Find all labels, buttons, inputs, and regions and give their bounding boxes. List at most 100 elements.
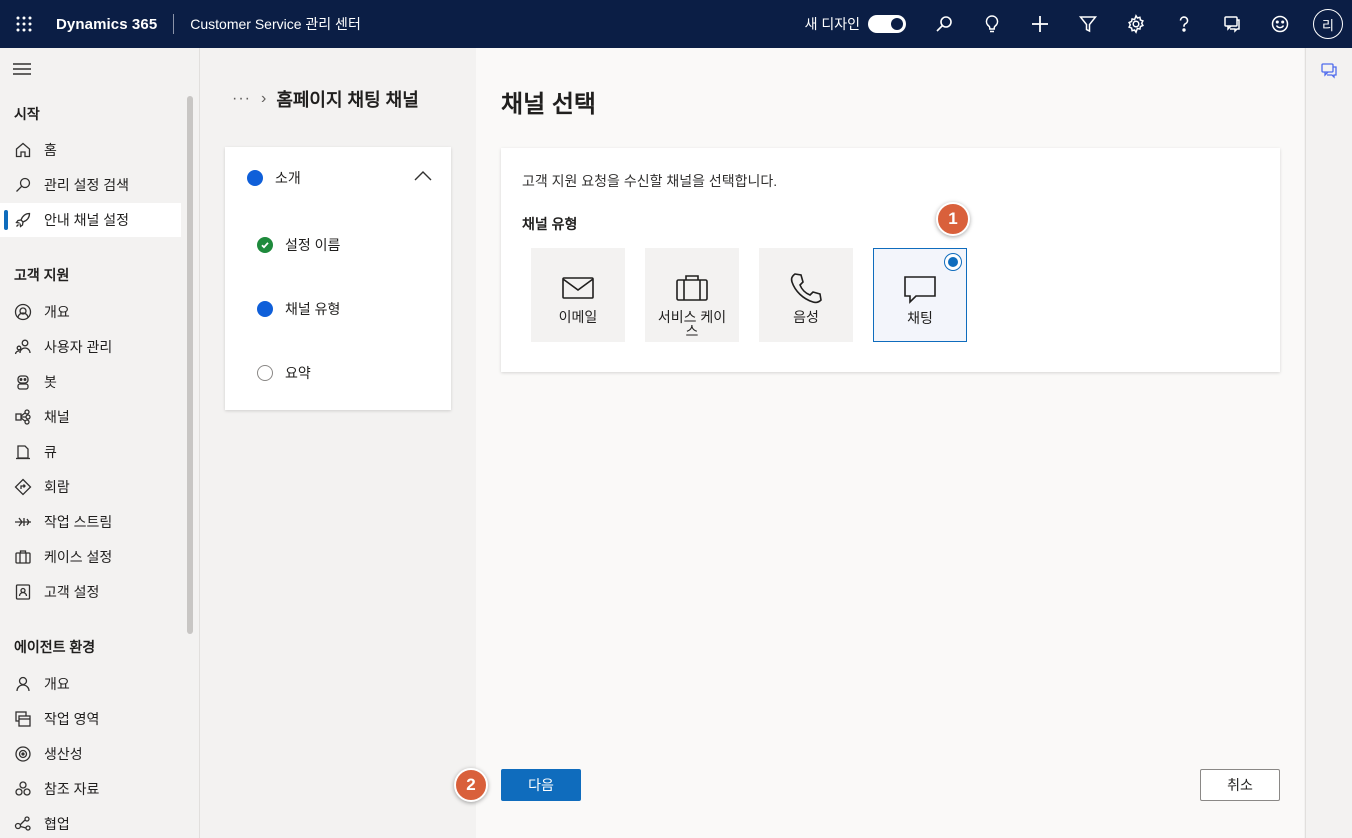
gear-icon[interactable] <box>1112 0 1160 48</box>
avatar[interactable]: 리 <box>1313 9 1343 39</box>
wizard-title: 홈페이지 채팅 채널 <box>276 90 419 110</box>
sidebar-item-case-settings[interactable]: 케이스 설정 <box>0 540 181 574</box>
step-current-dot <box>247 170 263 186</box>
step-setup-name[interactable]: 설정 이름 <box>257 235 340 255</box>
top-bar: Dynamics 365 Customer Service 관리 센터 새 디자… <box>0 0 1352 48</box>
sidebar-item-label: 채널 <box>44 409 70 425</box>
next-button[interactable]: 다음 <box>501 769 581 801</box>
chevron-up-icon[interactable] <box>414 170 432 182</box>
filter-icon[interactable] <box>1064 0 1112 48</box>
step-complete-check-icon <box>257 237 273 253</box>
card-description: 고객 지원 요청을 수신할 채널을 선택합니다. <box>522 173 778 189</box>
app-launcher-icon[interactable] <box>0 0 48 48</box>
divider <box>173 14 175 34</box>
tile-label: 서비스 케이스 <box>657 309 727 339</box>
contact-card-icon <box>15 584 31 600</box>
step-intro[interactable]: 소개 <box>247 168 301 188</box>
home-icon <box>15 142 31 158</box>
knowledge-icon <box>15 781 31 796</box>
sidebar-item-knowledge[interactable]: 참조 자료 <box>0 772 181 806</box>
sidebar-item-cs-overview[interactable]: 개요 <box>0 295 181 329</box>
top-actions: 새 디자인 리 <box>805 0 1352 48</box>
cancel-button[interactable]: 취소 <box>1200 769 1280 801</box>
routing-icon <box>14 478 32 496</box>
channel-tile-email[interactable]: 이메일 <box>531 248 625 342</box>
step-summary[interactable]: 요약 <box>257 363 311 383</box>
step-label: 요약 <box>285 365 311 381</box>
sidebar-item-search-admin[interactable]: 관리 설정 검색 <box>0 168 181 202</box>
page-title: 채널 선택 <box>501 91 596 118</box>
nav-group-agent-env: 에이전트 환경 <box>14 639 96 655</box>
tile-selected-radio[interactable] <box>944 253 962 271</box>
step-pending-dot <box>257 365 273 381</box>
nav-group-start: 시작 <box>14 106 40 122</box>
person-icon <box>16 676 30 692</box>
annotation-marker-1: 1 <box>936 202 970 236</box>
sidebar-item-label: 참조 자료 <box>44 781 100 797</box>
search-icon[interactable] <box>920 0 968 48</box>
sidebar-item-user-management[interactable]: 사용자 관리 <box>0 330 181 364</box>
search-icon <box>16 177 31 192</box>
workspace-icon <box>15 711 31 727</box>
annotation-marker-2: 2 <box>454 768 488 802</box>
sidebar-item-label: 케이스 설정 <box>44 549 113 565</box>
queue-icon <box>16 445 30 460</box>
sidebar-item-bots[interactable]: 봇 <box>0 365 181 399</box>
sidebar-item-workspaces[interactable]: 작업 영역 <box>0 702 181 736</box>
conversation-icon[interactable] <box>1320 62 1338 80</box>
new-design-label: 새 디자인 <box>804 16 860 32</box>
brand-name[interactable]: Dynamics 365 <box>48 16 173 33</box>
sidebar-item-label: 작업 스트림 <box>44 514 113 530</box>
step-channel-type[interactable]: 채널 유형 <box>257 299 340 319</box>
sidebar-item-label: 안내 채널 설정 <box>44 212 130 228</box>
sidebar-item-label: 개요 <box>44 304 70 320</box>
step-label: 설정 이름 <box>285 237 341 253</box>
sidebar-item-label: 봇 <box>44 374 57 390</box>
sidebar-item-label: 협업 <box>44 816 70 832</box>
phone-icon <box>790 273 822 304</box>
smiley-icon[interactable] <box>1256 0 1304 48</box>
channel-tile-service-case[interactable]: 서비스 케이스 <box>645 248 739 342</box>
sidebar-item-label: 생산성 <box>44 746 83 762</box>
nav-group-customer-support: 고객 지원 <box>14 267 70 283</box>
productivity-icon <box>15 746 31 762</box>
sidebar-item-channels[interactable]: 채널 <box>0 400 181 434</box>
channel-tile-voice[interactable]: 음성 <box>759 248 853 342</box>
sidebar-item-label: 고객 설정 <box>44 584 100 600</box>
sidebar-item-workstreams[interactable]: 작업 스트림 <box>0 505 181 539</box>
sidebar-item-routing[interactable]: 회람 <box>0 470 181 504</box>
sidebar-item-productivity[interactable]: 생산성 <box>0 737 181 771</box>
step-label: 채널 유형 <box>285 301 341 317</box>
mail-icon <box>562 277 594 299</box>
sidebar-item-queues[interactable]: 큐 <box>0 435 181 469</box>
bot-icon <box>17 375 29 390</box>
collaboration-icon <box>14 816 31 831</box>
lightbulb-icon[interactable] <box>968 0 1016 48</box>
feedback-chat-icon[interactable] <box>1208 0 1256 48</box>
new-design-toggle[interactable] <box>868 15 906 33</box>
breadcrumb-overflow-button[interactable]: ··· <box>232 90 251 108</box>
right-rail <box>1305 48 1352 838</box>
sidebar-item-home[interactable]: 홈 <box>0 133 181 167</box>
help-icon[interactable] <box>1160 0 1208 48</box>
briefcase-icon <box>676 275 708 301</box>
sidebar-item-collaboration[interactable]: 협업 <box>0 807 181 838</box>
sidebar-scrollbar[interactable] <box>187 96 193 634</box>
tile-label: 음성 <box>793 309 819 325</box>
sidebar-item-guided-channel[interactable]: 안내 채널 설정 <box>0 203 181 237</box>
plus-icon[interactable] <box>1016 0 1064 48</box>
hamburger-menu-icon[interactable] <box>13 62 31 76</box>
channel-tile-chat[interactable]: 채팅 <box>873 248 967 342</box>
overview-icon <box>14 303 32 321</box>
sidebar-item-label: 개요 <box>44 676 70 692</box>
channel-type-label: 채널 유형 <box>522 216 578 232</box>
sidebar-item-agent-overview[interactable]: 개요 <box>0 667 181 701</box>
chat-bubble-icon <box>904 276 936 304</box>
sidebar-item-label: 홈 <box>44 142 57 158</box>
users-icon <box>14 339 31 355</box>
sidebar-item-customer-settings[interactable]: 고객 설정 <box>0 575 181 609</box>
tile-label: 채팅 <box>907 310 933 326</box>
app-title[interactable]: Customer Service 관리 센터 <box>190 14 361 34</box>
tile-label: 이메일 <box>558 309 598 325</box>
new-design-toggle-group: 새 디자인 <box>805 14 906 34</box>
